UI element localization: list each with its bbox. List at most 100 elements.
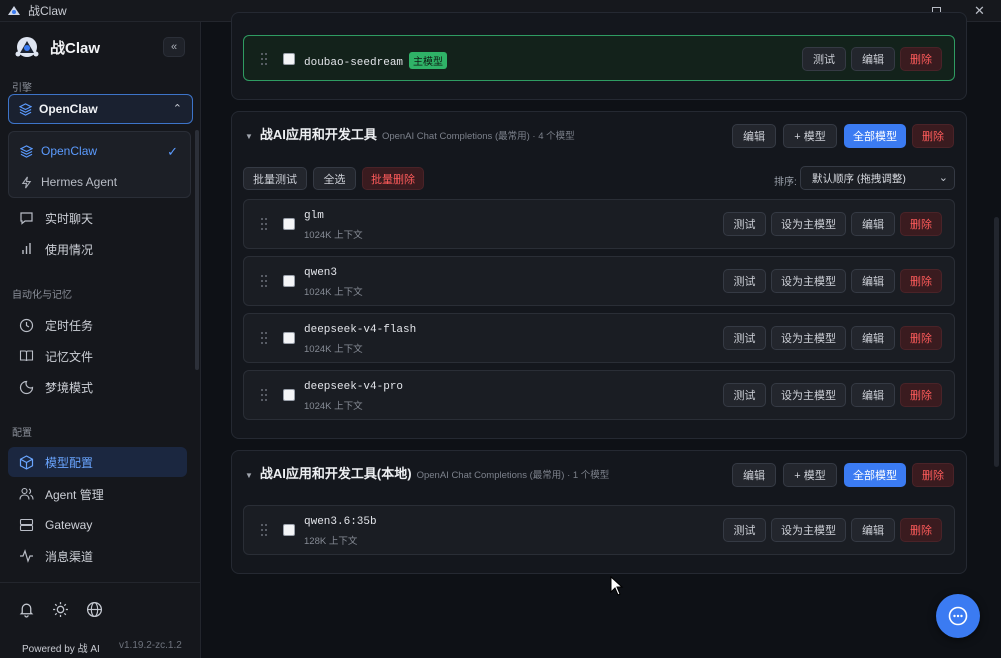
chat-bot-icon <box>948 606 968 626</box>
delete-button[interactable]: 删除 <box>900 383 942 407</box>
group-delete-button[interactable]: 删除 <box>912 124 954 148</box>
add-model-button[interactable]: + 模型 <box>783 463 837 487</box>
model-row[interactable]: deepseek-v4-pro 1024K 上下文 测试 设为主模型 编辑 删除 <box>243 370 955 420</box>
nav-item-label: 定时任务 <box>45 318 94 333</box>
sidebar-scrollbar[interactable] <box>195 130 199 370</box>
main-scrollbar[interactable] <box>994 217 999 467</box>
delete-button[interactable]: 删除 <box>900 47 942 71</box>
select-all-button[interactable]: 全选 <box>313 167 356 190</box>
sidebar: 战Claw « 引擎 OpenClaw ⌃ OpenClaw ✓ Hermes … <box>0 22 201 658</box>
set-primary-button[interactable]: 设为主模型 <box>771 326 846 350</box>
test-button[interactable]: 测试 <box>723 383 766 407</box>
edit-button[interactable]: 编辑 <box>851 383 895 407</box>
drag-handle-icon[interactable] <box>261 275 269 287</box>
group-header[interactable]: ▼ 战AI应用和开发工具 OpenAI Chat Completions (最常… <box>245 124 575 143</box>
close-icon: ✕ <box>974 3 985 18</box>
engine-option-openclaw[interactable]: OpenClaw <box>20 144 97 158</box>
nav-item-agent-management[interactable]: Agent 管理 <box>8 479 187 509</box>
group-delete-button[interactable]: 删除 <box>912 463 954 487</box>
test-button[interactable]: 测试 <box>723 326 766 350</box>
delete-button[interactable]: 删除 <box>900 212 942 236</box>
model-checkbox[interactable] <box>283 275 295 287</box>
edit-button[interactable]: 编辑 <box>851 326 895 350</box>
drag-handle-icon[interactable] <box>261 332 269 344</box>
model-row[interactable]: deepseek-v4-flash 1024K 上下文 测试 设为主模型 编辑 … <box>243 313 955 363</box>
nav-item-scheduled-tasks[interactable]: 定时任务 <box>8 310 187 340</box>
bar-chart-icon <box>22 243 31 254</box>
batch-test-button[interactable]: 批量测试 <box>243 167 307 190</box>
group-edit-button[interactable]: 编辑 <box>732 124 776 148</box>
all-models-button[interactable]: 全部模型 <box>844 124 906 148</box>
pulse-icon <box>20 549 33 563</box>
edit-button[interactable]: 编辑 <box>851 47 895 71</box>
brand: 战Claw <box>14 35 100 59</box>
add-model-button[interactable]: + 模型 <box>783 124 837 148</box>
group-edit-button[interactable]: 编辑 <box>732 463 776 487</box>
engine-option-hermes[interactable]: Hermes Agent <box>20 175 117 189</box>
test-button[interactable]: 测试 <box>723 518 766 542</box>
group-title: 战AI应用和开发工具(本地) <box>259 466 412 481</box>
nav-item-gateway[interactable]: Gateway <box>8 510 187 540</box>
bell-icon[interactable] <box>18 601 35 618</box>
brand-logo-icon <box>15 37 39 57</box>
set-primary-button[interactable]: 设为主模型 <box>771 212 846 236</box>
group-title: 战AI应用和开发工具 <box>259 127 377 142</box>
drag-handle-icon[interactable] <box>261 524 269 536</box>
sidebar-footer: Powered by 战 AI v1.19.2-zc.1.2 <box>0 582 200 658</box>
sort-select[interactable]: 默认顺序 (拖拽调整) ⌄ <box>800 166 955 190</box>
delete-button[interactable]: 删除 <box>900 326 942 350</box>
chevron-down-icon: ⌄ <box>938 172 948 184</box>
nav-item-usage[interactable]: 使用情况 <box>8 234 187 264</box>
collapse-sidebar-button[interactable]: « <box>163 37 185 57</box>
model-checkbox[interactable] <box>283 53 295 65</box>
model-row-primary[interactable]: doubao-seedream 主模型 测试 编辑 删除 <box>243 35 955 81</box>
nav-item-memory-files[interactable]: 记忆文件 <box>8 341 187 371</box>
test-button[interactable]: 测试 <box>723 269 766 293</box>
edit-button[interactable]: 编辑 <box>851 212 895 236</box>
all-models-button[interactable]: 全部模型 <box>844 463 906 487</box>
drag-handle-icon[interactable] <box>261 53 269 65</box>
app-logo-icon <box>8 5 20 15</box>
delete-button[interactable]: 删除 <box>900 518 942 542</box>
collapse-triangle-icon[interactable]: ▼ <box>245 471 253 480</box>
nav-item-model-config[interactable]: 模型配置 <box>8 447 187 477</box>
drag-handle-icon[interactable] <box>261 389 269 401</box>
sun-icon[interactable] <box>52 601 69 618</box>
model-checkbox[interactable] <box>283 332 295 344</box>
engine-select[interactable]: OpenClaw ⌃ <box>8 94 193 124</box>
model-context: 128K 上下文 <box>304 536 358 547</box>
model-row[interactable]: glm 1024K 上下文 测试 设为主模型 编辑 删除 <box>243 199 955 249</box>
group-header[interactable]: ▼ 战AI应用和开发工具(本地) OpenAI Chat Completions… <box>245 463 609 482</box>
edit-button[interactable]: 编辑 <box>851 518 895 542</box>
delete-button[interactable]: 删除 <box>900 269 942 293</box>
book-icon <box>19 350 34 362</box>
globe-icon[interactable] <box>86 601 103 618</box>
model-context: 1024K 上下文 <box>304 287 363 298</box>
edit-button[interactable]: 编辑 <box>851 269 895 293</box>
nav-item-label: 实时聊天 <box>45 211 94 226</box>
drag-handle-icon[interactable] <box>261 218 269 230</box>
nav-item-dream-mode[interactable]: 梦境模式 <box>8 372 187 402</box>
model-checkbox[interactable] <box>283 524 295 536</box>
assistant-chat-button[interactable] <box>936 594 980 638</box>
batch-delete-button[interactable]: 批量删除 <box>362 167 424 190</box>
test-button[interactable]: 测试 <box>802 47 846 71</box>
model-checkbox[interactable] <box>283 218 295 230</box>
nav-item-chat[interactable]: 实时聊天 <box>8 203 187 233</box>
set-primary-button[interactable]: 设为主模型 <box>771 269 846 293</box>
model-checkbox[interactable] <box>283 389 295 401</box>
model-row[interactable]: qwen3.6:35b 128K 上下文 测试 设为主模型 编辑 删除 <box>243 505 955 555</box>
model-name: qwen3 <box>304 267 338 279</box>
engine-option-label: OpenClaw <box>41 144 98 158</box>
lightning-icon <box>21 176 32 188</box>
model-context: 1024K 上下文 <box>304 230 363 241</box>
test-button[interactable]: 测试 <box>723 212 766 236</box>
set-primary-button[interactable]: 设为主模型 <box>771 383 846 407</box>
collapse-triangle-icon[interactable]: ▼ <box>245 132 253 141</box>
check-icon: ✓ <box>167 144 178 159</box>
nav-item-label: 模型配置 <box>45 455 94 470</box>
model-context: 1024K 上下文 <box>304 401 363 412</box>
model-row[interactable]: qwen3 1024K 上下文 测试 设为主模型 编辑 删除 <box>243 256 955 306</box>
set-primary-button[interactable]: 设为主模型 <box>771 518 846 542</box>
nav-item-message-channels[interactable]: 消息渠道 <box>8 541 187 571</box>
